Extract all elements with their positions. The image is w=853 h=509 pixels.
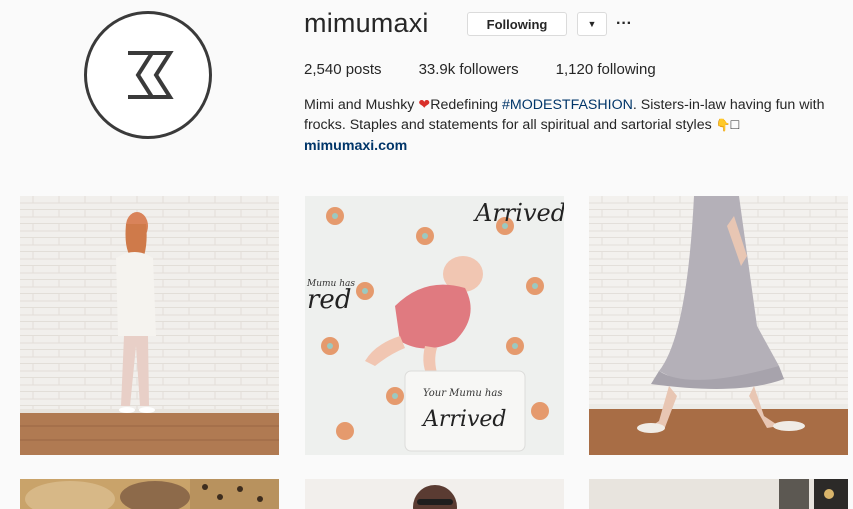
box-glyph: □ <box>730 117 740 133</box>
post-baby-on-blanket[interactable]: Arrived red Mumu has Your Mumu has Arriv… <box>305 196 564 455</box>
bio-text: Mimi and Mushky <box>304 97 419 113</box>
photo-woman-sunglasses <box>305 479 564 509</box>
post-woman-white-blazer[interactable] <box>20 196 279 455</box>
more-options-button[interactable]: ··· <box>614 12 634 36</box>
suggestions-dropdown-button[interactable]: ▼ <box>577 12 607 36</box>
blanket-text-mumu: Mumu has <box>306 279 355 289</box>
pillow-text-small: Your Mumu has <box>423 388 502 399</box>
blanket-text-red: red <box>307 285 351 315</box>
profile-website-link[interactable]: mimumaxi.com <box>304 138 407 154</box>
profile-avatar[interactable] <box>84 11 212 139</box>
following-button[interactable]: Following <box>467 12 567 36</box>
chevron-down-icon: ▼ <box>587 19 597 29</box>
pillow-text-big: Arrived <box>421 407 507 432</box>
pointing-down-emoji: 👇 <box>715 118 731 132</box>
post-interior-mirror[interactable] <box>589 479 848 509</box>
photo-hats-and-leopard <box>20 479 279 509</box>
photo-woman-white-blazer <box>20 196 279 455</box>
hashtag-link[interactable]: #MODESTFASHION <box>502 97 633 113</box>
post-hats-and-leopard[interactable] <box>20 479 279 509</box>
post-woman-sunglasses[interactable] <box>305 479 564 509</box>
blanket-text-arrived: Arrived <box>473 199 564 227</box>
followers-count[interactable]: 33.9k followers <box>419 61 519 78</box>
photo-interior-mirror <box>589 479 848 509</box>
photo-lavender-ruffle-dress <box>589 196 848 455</box>
profile-stats: 2,540 posts 33.9k followers 1,120 follow… <box>304 61 656 78</box>
profile-bio: Mimi and Mushky ❤Redefining #MODESTFASHI… <box>304 95 844 135</box>
ellipsis-icon: ··· <box>616 15 632 32</box>
mimumaxi-logo-icon <box>128 51 174 99</box>
posts-count: 2,540 posts <box>304 61 382 78</box>
post-lavender-ruffle-dress[interactable] <box>589 196 848 455</box>
following-count[interactable]: 1,120 following <box>556 61 656 78</box>
photo-baby-on-blanket: Arrived red Mumu has Your Mumu has Arriv… <box>305 196 564 455</box>
bio-text: Redefining <box>430 97 502 113</box>
profile-username: mimumaxi <box>304 8 429 38</box>
heart-emoji: ❤ <box>418 97 431 113</box>
